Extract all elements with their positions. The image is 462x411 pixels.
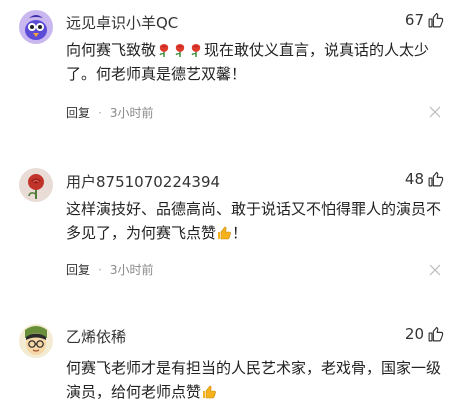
- avatar[interactable]: [19, 324, 53, 358]
- more-options-icon[interactable]: [428, 263, 442, 277]
- username[interactable]: 用户8751070224394: [66, 171, 220, 192]
- comment-text: 何赛飞老师才是有担当的人民艺术家，老戏骨，国家一级演员，给何老师点赞: [66, 359, 442, 401]
- comment-item: 用户8751070224394 48 这样演技好、品德高尚、敢于说话又不怕得罪人…: [0, 157, 462, 297]
- more-options-icon[interactable]: [428, 105, 442, 119]
- like-button[interactable]: 67: [405, 11, 444, 29]
- like-button[interactable]: 20: [405, 325, 444, 343]
- thumbs-up-emoji-icon: [203, 385, 216, 399]
- like-count: 67: [404, 11, 424, 29]
- timestamp: 3小时前: [109, 263, 154, 277]
- comment-text: 向何赛飞致敬 现在敢仗义直言，说真话的人太少了。何老师真是德艺双馨！: [66, 41, 430, 83]
- rose-avatar-icon: [19, 168, 53, 202]
- like-count: 48: [404, 170, 424, 188]
- thumbs-up-icon: [428, 326, 444, 341]
- rose-emoji-icon: [191, 44, 201, 57]
- reply-button[interactable]: 回复: [66, 261, 90, 278]
- comment-meta: 回复 · 3小时前: [66, 104, 153, 121]
- username[interactable]: 远见卓识小羊QC: [66, 12, 178, 33]
- rose-emoji-icon: [175, 44, 185, 57]
- like-button[interactable]: 48: [405, 170, 444, 188]
- thumbs-up-icon: [428, 171, 444, 186]
- username[interactable]: 乙烯依稀: [66, 326, 126, 347]
- comment-meta: 回复 · 3小时前: [66, 261, 153, 278]
- like-count: 20: [404, 325, 424, 343]
- avatar[interactable]: [19, 168, 53, 202]
- comment-item: 远见卓识小羊QC 67 向何赛飞致敬 现在敢仗义直言，说真话的人太少了。何老师真是…: [0, 0, 462, 140]
- comment-text: 这样演技好、品德高尚、敢于说话又不怕得罪人的演员不多见了，为何赛飞点赞！: [66, 200, 442, 242]
- bird-avatar-icon: [19, 10, 53, 44]
- separator-dot: ·: [98, 105, 102, 120]
- thumbs-up-emoji-icon: [218, 226, 231, 240]
- comment-item: 乙烯依稀 20 何赛飞老师才是有担当的人民艺术家，老戏骨，国家一级演员，给何老师…: [0, 312, 462, 411]
- avatar[interactable]: [19, 10, 53, 44]
- thumbs-up-icon: [428, 12, 444, 27]
- reply-button[interactable]: 回复: [66, 104, 90, 121]
- cartoon-person-avatar-icon: [19, 324, 53, 358]
- rose-emoji-icon: [159, 44, 169, 57]
- timestamp: 3小时前: [109, 106, 154, 120]
- separator-dot: ·: [98, 262, 102, 277]
